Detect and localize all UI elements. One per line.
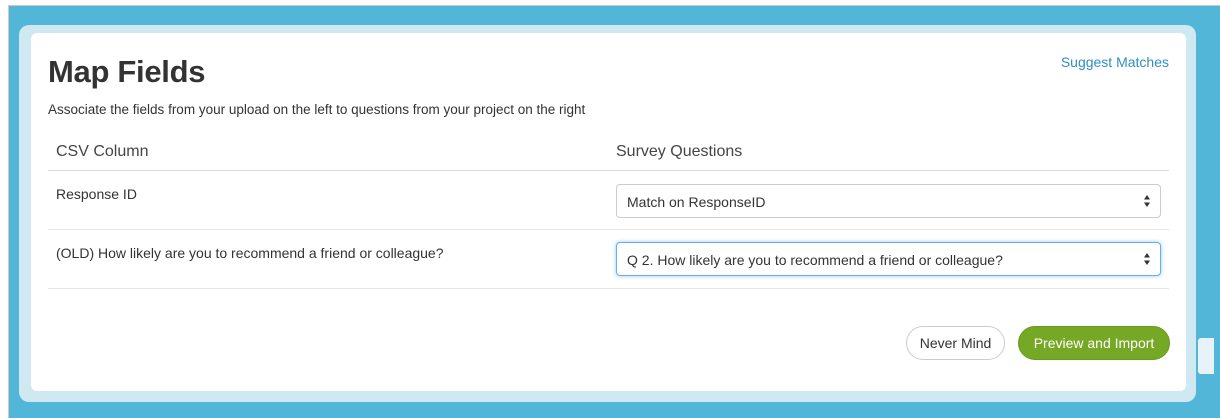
csv-field-label: Response ID <box>56 186 137 202</box>
never-mind-button[interactable]: Never Mind <box>906 326 1005 360</box>
preview-and-import-button[interactable]: Preview and Import <box>1018 326 1170 360</box>
field-mapping-table: CSV Column Survey Questions Response ID … <box>48 132 1169 289</box>
side-tab <box>1198 338 1214 374</box>
survey-questions-header: Survey Questions <box>616 143 743 160</box>
table-row: Response ID Match on ResponseID <box>48 171 1169 230</box>
table-row: (OLD) How likely are you to recommend a … <box>48 230 1169 289</box>
table-header: CSV Column Survey Questions <box>48 132 1169 171</box>
updown-arrows-icon <box>1144 253 1150 265</box>
suggest-matches-link[interactable]: Suggest Matches <box>1061 54 1169 70</box>
dialog-description: Associate the fields from your upload on… <box>48 102 586 117</box>
select-value: Match on ResponseID <box>627 194 766 210</box>
csv-column-header: CSV Column <box>56 143 149 160</box>
updown-arrows-icon <box>1144 195 1150 207</box>
dialog-title: Map Fields <box>48 54 206 89</box>
question-select[interactable]: Match on ResponseID <box>616 184 1161 218</box>
select-value: Q 2. How likely are you to recommend a f… <box>627 252 1003 268</box>
question-select[interactable]: Q 2. How likely are you to recommend a f… <box>616 242 1161 276</box>
csv-field-label: (OLD) How likely are you to recommend a … <box>56 245 444 261</box>
